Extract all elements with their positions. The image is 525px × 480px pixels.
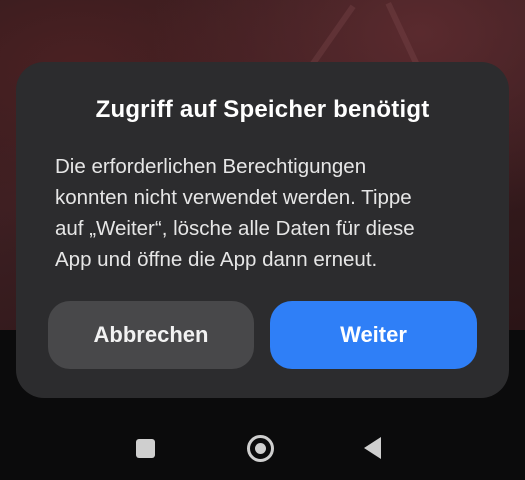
navigation-bar [0,398,525,480]
dialog-message-line: App und öffne die App dann erneut. [55,248,378,271]
home-icon[interactable] [247,435,274,462]
home-icon-dot [255,443,266,454]
dialog-message-line: Die erforderlichen Berechtigungen [55,155,367,178]
dialog-message-line: auf „Weiter“, lösche alle Daten für dies… [55,217,415,240]
continue-button[interactable]: Weiter [270,301,477,369]
back-icon[interactable] [364,437,381,459]
background-detail [310,4,356,66]
dialog-message: Die erforderlichen Berechtigungen konnte… [55,151,475,275]
continue-button-label: Weiter [340,322,407,347]
cancel-button[interactable]: Abbrechen [48,301,254,369]
recent-apps-icon[interactable] [136,439,155,458]
cancel-button-label: Abbrechen [93,322,209,347]
dialog-title: Zugriff auf Speicher benötigt [95,96,430,123]
background-detail [385,2,421,68]
dialog-message-line: konnten nicht verwendet werden. Tippe [55,186,412,209]
